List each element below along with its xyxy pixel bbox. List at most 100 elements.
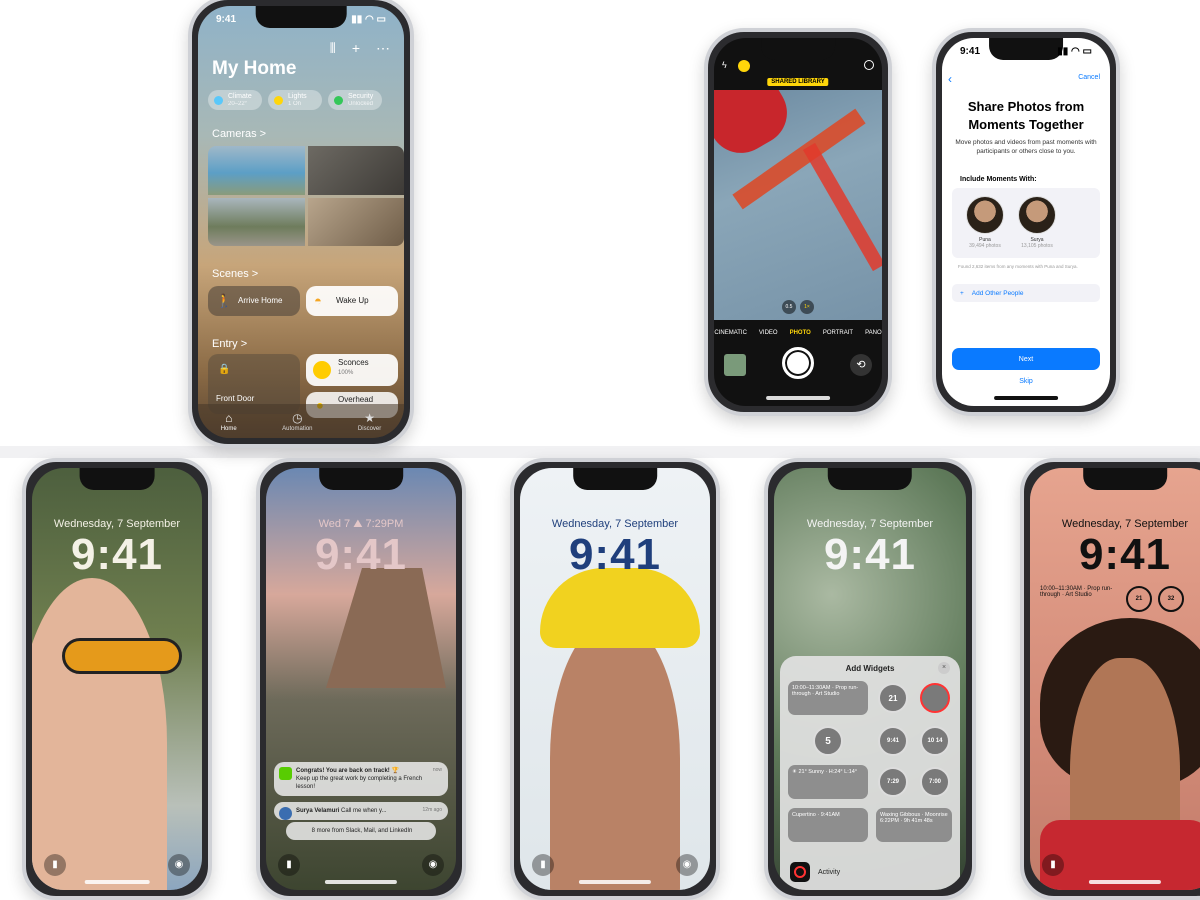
star-icon: ★	[364, 410, 375, 425]
mode-cinematic[interactable]: CINEMATIC	[714, 330, 747, 336]
live-photo-icon[interactable]	[864, 60, 874, 70]
gauge-widget[interactable]: 32	[1158, 586, 1184, 612]
calendar-widget[interactable]: 10:00–11:30AM · Prop run-through · Art S…	[1040, 586, 1120, 612]
mode-video[interactable]: VIDEO	[759, 330, 778, 336]
page-title: My Home	[212, 58, 297, 79]
gauge-widget[interactable]: 10 14	[920, 726, 950, 756]
notification-stack[interactable]: 8 more from Slack, Mail, and LinkedIn	[286, 822, 436, 841]
panel-title: Add Widgets	[845, 664, 895, 673]
notch	[1083, 468, 1167, 490]
shared-library-icon[interactable]	[738, 60, 750, 72]
camera-feed[interactable]	[208, 197, 305, 246]
activity-rings-widget[interactable]	[920, 683, 950, 713]
lock-date: Wednesday, 7 September	[806, 518, 934, 530]
home-indicator	[324, 880, 398, 884]
lock-screen: Wed 7 ⛰ 7:29PM 9:41 Congrats! You are ba…	[266, 468, 456, 890]
lamp-icon	[313, 361, 331, 379]
mode-photo[interactable]: PHOTO	[790, 330, 811, 336]
accessory-sconces[interactable]: Sconces 100%	[306, 354, 398, 386]
flashlight-icon[interactable]: ▮	[44, 854, 66, 876]
plus-icon: +	[960, 289, 964, 297]
plus-icon[interactable]: +	[352, 40, 360, 57]
notch	[573, 468, 657, 490]
cancel-button[interactable]: Cancel	[1078, 74, 1100, 81]
climate-icon	[214, 96, 223, 105]
sheet-title: Share Photos from Moments Together	[967, 99, 1085, 132]
accessory-value: 100%	[338, 370, 354, 376]
photo-thumbnail[interactable]	[724, 354, 746, 376]
flashlight-icon[interactable]: ▮	[278, 854, 300, 876]
camera-feed[interactable]	[208, 146, 305, 195]
flash-icon[interactable]: ϟ	[722, 60, 727, 70]
chip-security[interactable]: Security Unlocked	[328, 90, 382, 111]
moon-widget[interactable]: Waxing Gibbous · Moonrise 6:22PM · 9h 41…	[876, 808, 952, 842]
signal-icon: ▮▮ ◠ ▭	[1057, 46, 1092, 57]
flip-camera-icon[interactable]: ⟲	[850, 354, 872, 376]
person-red-dress	[714, 90, 799, 165]
shared-library-badge: SHARED LIBRARY	[767, 78, 829, 86]
widget-text: Cupertino · 9:41AM	[792, 812, 840, 818]
voice-icon[interactable]: ⦀	[330, 40, 336, 57]
tab-home[interactable]: ⌂ Home	[221, 411, 237, 432]
sunset-widget[interactable]: 7:29	[878, 767, 908, 797]
zoom-option[interactable]: 0.5	[782, 300, 796, 314]
lock-date: Wednesday, 7 September	[53, 518, 181, 530]
more-icon[interactable]: ⋯	[376, 40, 390, 57]
notification[interactable]: Surya Velamuri Call me when y... 12m ago	[274, 802, 448, 821]
camera-icon[interactable]: ◉	[422, 854, 444, 876]
add-other-people-button[interactable]: + Add Other People	[952, 284, 1100, 302]
ribbon	[802, 142, 882, 272]
calendar-date-widget[interactable]: 21	[1126, 586, 1152, 612]
chip-climate[interactable]: Climate 20–22°	[208, 90, 262, 111]
lock-time: 9:41	[70, 530, 164, 579]
next-button[interactable]: Next	[952, 348, 1100, 370]
camera-feed[interactable]	[307, 146, 404, 195]
accessory-label: Overhead	[338, 395, 374, 404]
status-bar: 9:41 ▮▮ ◠ ▭	[216, 14, 386, 25]
weather-widget[interactable]: ☀ 21° Sunny · H:24° L:14°	[788, 765, 868, 799]
add-widgets-panel: × Add Widgets 10:00–11:30AM · Prop run-t…	[780, 656, 960, 890]
back-chevron-icon[interactable]: ‹	[948, 72, 952, 86]
chip-lights[interactable]: Lights 1 On	[268, 90, 322, 111]
person-card[interactable]: Puna 39,494 photos	[966, 196, 1004, 258]
tab-automation[interactable]: ◷ Automation	[282, 411, 312, 432]
portrait-subject	[32, 578, 167, 890]
notification[interactable]: Congrats! You are back on track! 🏆 Keep …	[274, 762, 448, 797]
alarm-widget[interactable]: 7:00	[920, 767, 950, 797]
shutter-button[interactable]	[782, 347, 814, 379]
number-widget[interactable]: 5	[813, 726, 843, 756]
person-card[interactable]: Surya 13,105 photos	[1018, 196, 1056, 258]
lock-time: 9:41	[1078, 530, 1172, 579]
scene-arrive-home[interactable]: 🚶 Arrive Home	[208, 286, 300, 316]
viewfinder[interactable]	[714, 90, 882, 320]
lock-date: Wednesday, 7 September	[551, 518, 679, 530]
world-clock-widget[interactable]: Cupertino · 9:41AM	[788, 808, 868, 842]
skip-button[interactable]: Skip	[942, 378, 1110, 385]
house-icon: ⌂	[225, 410, 233, 425]
tab-label: Discover	[357, 425, 382, 432]
notch	[827, 468, 913, 490]
home-indicator	[1088, 880, 1162, 884]
lock-widgets: 10:00–11:30AM · Prop run-through · Art S…	[1040, 586, 1200, 612]
walking-icon: 🚶	[216, 293, 233, 308]
share-sheet-screen: 9:41 ▮▮ ◠ ▭ ‹ Cancel Share Photos from M…	[942, 38, 1110, 406]
zoom-option[interactable]: 1×	[800, 300, 814, 314]
flashlight-icon[interactable]: ▮	[1042, 854, 1064, 876]
section-cameras[interactable]: Cameras >	[212, 128, 266, 140]
camera-feed[interactable]	[307, 197, 404, 246]
mode-pano[interactable]: PANO	[865, 330, 882, 336]
close-icon[interactable]: ×	[938, 662, 950, 674]
flashlight-icon[interactable]: ▮	[532, 854, 554, 876]
scene-wake-up[interactable]: ◓ Wake Up	[306, 286, 398, 316]
section-entry[interactable]: Entry >	[212, 338, 247, 350]
lock-time: 9:41	[314, 530, 408, 579]
mode-portrait[interactable]: PORTRAIT	[823, 330, 853, 336]
activity-app-row[interactable]: Activity	[790, 862, 840, 882]
calendar-widget[interactable]: 10:00–11:30AM · Prop run-through · Art S…	[788, 681, 868, 715]
camera-icon[interactable]: ◉	[168, 854, 190, 876]
calendar-date-widget[interactable]: 21	[878, 683, 908, 713]
clock-widget[interactable]: 9:41	[878, 726, 908, 756]
camera-icon[interactable]: ◉	[676, 854, 698, 876]
tab-discover[interactable]: ★ Discover	[358, 411, 381, 432]
section-scenes[interactable]: Scenes >	[212, 268, 258, 280]
